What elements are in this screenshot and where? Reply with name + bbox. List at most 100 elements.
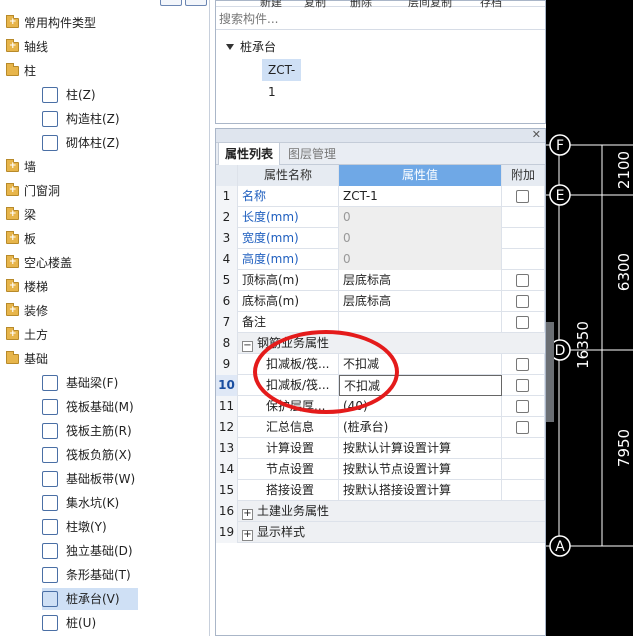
property-value[interactable]: (桩承台): [339, 417, 502, 438]
expand-toggle-icon[interactable]: +: [242, 530, 253, 541]
header-name: 属性名称: [238, 165, 339, 186]
property-name-text: 节点设置: [266, 462, 315, 476]
expand-plus-icon[interactable]: +: [9, 282, 17, 291]
property-value[interactable]: 层底标高: [339, 291, 502, 312]
extra-checkbox[interactable]: [516, 316, 529, 329]
expand-toggle-icon[interactable]: −: [242, 341, 253, 352]
expand-plus-icon[interactable]: +: [9, 258, 17, 267]
property-row[interactable]: 11 保护层厚... (40): [216, 396, 545, 417]
expand-plus-icon[interactable]: +: [9, 186, 17, 195]
property-row[interactable]: 12 汇总信息 (桩承台): [216, 417, 545, 438]
sump-pit-icon: [42, 495, 58, 511]
property-value[interactable]: 层底标高: [339, 270, 502, 291]
component-item-selected[interactable]: ZCT-1: [262, 59, 302, 99]
tree-category[interactable]: + 轴线: [0, 36, 200, 58]
tree-item[interactable]: 筏板负筋(X): [42, 444, 192, 466]
tree-item[interactable]: 砌体柱(Z): [42, 132, 192, 154]
extra-checkbox[interactable]: [516, 274, 529, 287]
extra-checkbox[interactable]: [516, 421, 529, 434]
tree-item[interactable]: 构造柱(Z): [42, 108, 192, 130]
property-row[interactable]: 19 + 显示样式: [216, 522, 545, 543]
expand-plus-icon[interactable]: +: [9, 306, 17, 315]
tree-item[interactable]: 柱(Z): [42, 84, 192, 106]
property-row[interactable]: 4 高度(mm) 0: [216, 249, 545, 270]
property-row[interactable]: 1 名称 ZCT-1: [216, 186, 545, 207]
property-row[interactable]: 8− 钢筋业务属性: [216, 333, 545, 354]
property-panel: ✕ 属性列表 图层管理 属性名称 属性值 附加 1 名称 ZCT-1 2 长度(mm) 0…: [215, 128, 546, 636]
expand-plus-icon[interactable]: +: [9, 18, 17, 27]
tree-item[interactable]: 基础梁(F): [42, 372, 192, 394]
row-number: 16: [216, 501, 238, 522]
tree-item[interactable]: 柱墩(Y): [42, 516, 192, 538]
search-input[interactable]: 搜索构件...: [216, 8, 545, 30]
category-label: 楼梯: [24, 280, 49, 294]
tree-item[interactable]: 集水坑(K): [42, 492, 192, 514]
tree-category[interactable]: + 空心楼盖: [0, 252, 200, 274]
expand-plus-icon[interactable]: +: [9, 162, 17, 171]
category-label: 门窗洞: [24, 184, 61, 198]
property-row[interactable]: 3 宽度(mm) 0: [216, 228, 545, 249]
cad-drawing-area[interactable]: F E D A 2100 6300 7950 16350: [546, 0, 633, 636]
close-icon[interactable]: ✕: [532, 128, 541, 141]
tree-item[interactable]: 筏板基础(M): [42, 396, 192, 418]
tree-category[interactable]: + 楼梯: [0, 276, 200, 298]
tree-category[interactable]: + 装修: [0, 300, 200, 322]
property-value[interactable]: ZCT-1: [339, 186, 502, 207]
property-value[interactable]: 按默认计算设置计算: [339, 438, 502, 459]
property-row[interactable]: 13 计算设置 按默认计算设置计算: [216, 438, 545, 459]
panel-collapse-handle[interactable]: [546, 322, 554, 422]
tree-category[interactable]: + 梁: [0, 204, 200, 226]
toolbar-icon-b[interactable]: [185, 0, 207, 6]
tree-category[interactable]: + 墙: [0, 156, 200, 178]
tree-item[interactable]: 桩(U): [42, 612, 192, 634]
extra-checkbox[interactable]: [516, 295, 529, 308]
tab-property-list[interactable]: 属性列表: [218, 143, 281, 165]
tree-category[interactable]: + 门窗洞: [0, 180, 200, 202]
property-value[interactable]: (40): [339, 396, 502, 417]
property-value[interactable]: 不扣减: [339, 375, 502, 396]
expand-plus-icon[interactable]: +: [9, 330, 17, 339]
property-row[interactable]: 5 顶标高(m) 层底标高: [216, 270, 545, 291]
extra-checkbox[interactable]: [516, 190, 529, 203]
toolbar-icon-a[interactable]: [160, 0, 182, 6]
tab-layer-management[interactable]: 图层管理: [282, 143, 342, 165]
tree-item[interactable]: 基础板带(W): [42, 468, 192, 490]
property-row[interactable]: 10 扣减板/筏... 不扣减: [216, 375, 545, 396]
expand-plus-icon[interactable]: +: [9, 234, 17, 243]
property-value[interactable]: 0: [339, 249, 502, 270]
property-value[interactable]: [339, 312, 502, 333]
expand-triangle-icon[interactable]: [226, 44, 234, 50]
property-row[interactable]: 14 节点设置 按默认节点设置计算: [216, 459, 545, 480]
tree-item[interactable]: 独立基础(D): [42, 540, 192, 562]
property-value[interactable]: 0: [339, 207, 502, 228]
expand-plus-icon[interactable]: +: [9, 210, 17, 219]
extra-checkbox[interactable]: [516, 358, 529, 371]
property-row[interactable]: 6 底标高(m) 层底标高: [216, 291, 545, 312]
property-row[interactable]: 7 备注: [216, 312, 545, 333]
tree-item[interactable]: 桩承台(V): [42, 588, 138, 610]
tree-item[interactable]: 条形基础(T): [42, 564, 192, 586]
tree-category[interactable]: 柱: [0, 60, 200, 82]
tree-category[interactable]: + 常用构件类型: [0, 12, 200, 34]
category-label: 土方: [24, 328, 49, 342]
expand-plus-icon[interactable]: +: [9, 42, 17, 51]
dimension-total: 16350: [574, 321, 592, 369]
tree-category[interactable]: 基础: [0, 348, 200, 370]
property-value[interactable]: 0: [339, 228, 502, 249]
property-value[interactable]: 按默认搭接设置计算: [339, 480, 502, 501]
property-row[interactable]: 9 扣减板/筏... 不扣减: [216, 354, 545, 375]
property-row[interactable]: 2 长度(mm) 0: [216, 207, 545, 228]
category-label: 常用构件类型: [24, 16, 97, 30]
tree-category[interactable]: + 板: [0, 228, 200, 250]
property-value[interactable]: 不扣减: [339, 354, 502, 375]
tree-category[interactable]: + 土方: [0, 324, 200, 346]
extra-checkbox[interactable]: [516, 400, 529, 413]
property-row[interactable]: 16 + 土建业务属性: [216, 501, 545, 522]
column-icon: [42, 87, 58, 103]
property-row[interactable]: 15 搭接设置 按默认搭接设置计算: [216, 480, 545, 501]
extra-checkbox[interactable]: [516, 379, 529, 392]
group-node[interactable]: 桩承台: [226, 37, 276, 57]
property-value[interactable]: 按默认节点设置计算: [339, 459, 502, 480]
expand-toggle-icon[interactable]: +: [242, 509, 253, 520]
tree-item[interactable]: 筏板主筋(R): [42, 420, 192, 442]
